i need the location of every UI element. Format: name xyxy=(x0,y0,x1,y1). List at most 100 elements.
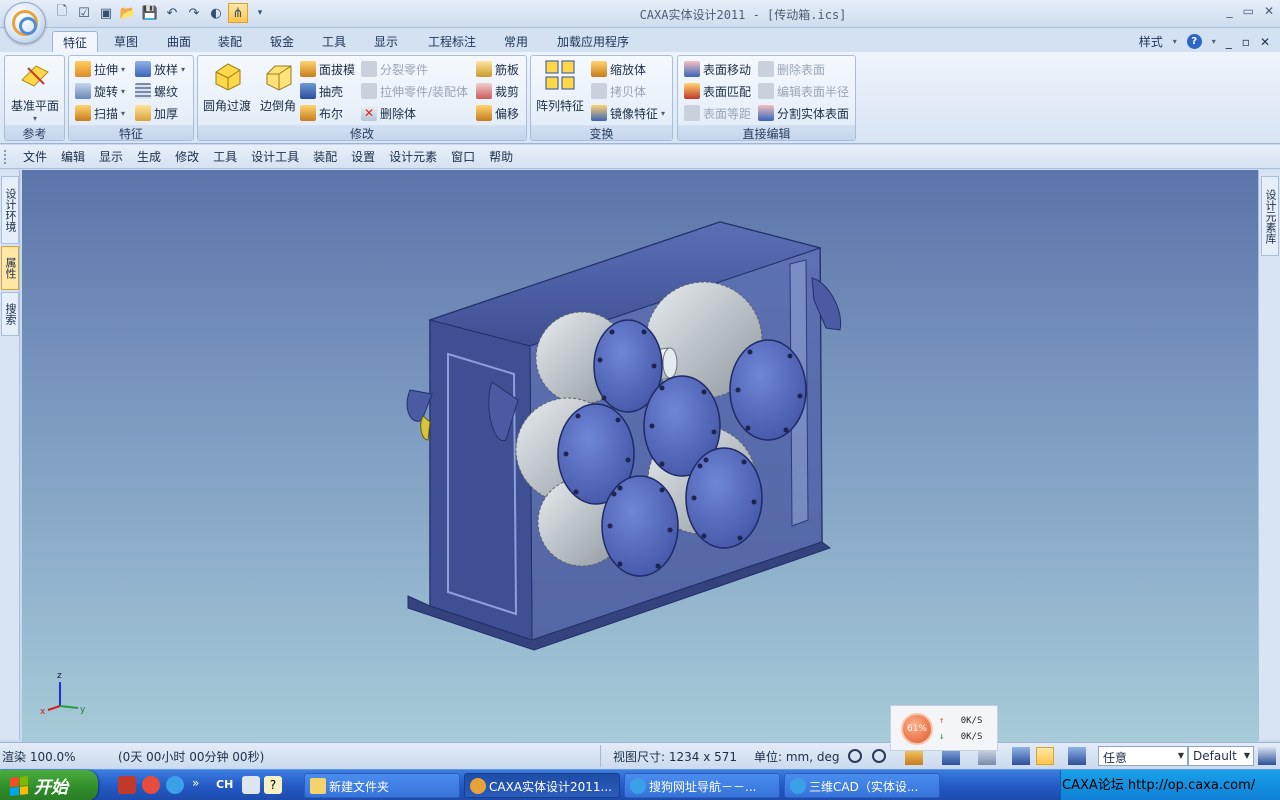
quicklaunch-antivirus-icon[interactable] xyxy=(142,776,160,794)
menu-assembly[interactable]: 装配 xyxy=(306,148,344,165)
help-caret-icon[interactable]: ▾ xyxy=(1212,37,1216,46)
thread-button[interactable]: 螺纹 xyxy=(135,81,178,101)
offset-face-button[interactable]: 表面等距 xyxy=(684,103,751,123)
trim-icon xyxy=(476,83,492,99)
menu-modify[interactable]: 修改 xyxy=(168,148,206,165)
menu-design-elements[interactable]: 设计元素 xyxy=(382,148,444,165)
layout-icon[interactable] xyxy=(1258,747,1276,765)
delete-face-button[interactable]: 删除表面 xyxy=(758,59,825,79)
tab-search[interactable]: 搜索 xyxy=(1,292,19,336)
mirror-feature-button[interactable]: 镜像特征 ▾ xyxy=(591,103,665,123)
task-sogou-browser[interactable]: 搜狗网址导航－－... xyxy=(624,773,780,798)
sweep-button[interactable]: 扫描 ▾ xyxy=(75,103,125,123)
render-mode-icon[interactable] xyxy=(1012,747,1030,765)
style-caret-icon[interactable]: ▾ xyxy=(1173,37,1177,46)
gearbox-model[interactable]: z x y xyxy=(22,170,1258,742)
scheme-select[interactable]: Default ▼ xyxy=(1188,746,1254,766)
zoom-window-icon[interactable] xyxy=(872,749,886,763)
task-3d-cad-forum[interactable]: 三维CAD（实体设... xyxy=(784,773,940,798)
style-menu[interactable]: 样式 xyxy=(1139,33,1163,50)
chamfer-button[interactable]: 边倒角 xyxy=(252,58,304,114)
menu-help[interactable]: 帮助 xyxy=(482,148,520,165)
tab-sketch[interactable]: 草图 xyxy=(104,31,148,52)
network-monitor-widget[interactable]: 61% ↑ 0K/S ↓ 0K/S xyxy=(890,705,998,751)
language-indicator[interactable]: CH xyxy=(216,778,233,791)
ribbon-restore-icon[interactable]: ▫ xyxy=(1242,35,1250,49)
quicklaunch-ie-icon[interactable] xyxy=(166,776,184,794)
tab-design-element-library[interactable]: 设计元素库 xyxy=(1261,176,1279,256)
application-menu-button[interactable] xyxy=(4,2,46,44)
keyboard-icon[interactable] xyxy=(242,776,260,794)
revolve-icon xyxy=(75,83,91,99)
tab-common[interactable]: 常用 xyxy=(494,31,538,52)
datum-plane-caret-icon[interactable]: ▾ xyxy=(9,114,61,123)
sweep-caret-icon[interactable]: ▾ xyxy=(121,109,125,118)
menu-file[interactable]: 文件 xyxy=(16,148,54,165)
loft-button[interactable]: 放样 ▾ xyxy=(135,59,185,79)
tab-drafting[interactable]: 工程标注 xyxy=(418,31,486,52)
copy-body-button[interactable]: 拷贝体 xyxy=(591,81,646,101)
draft-button[interactable]: 面拔模 xyxy=(300,59,355,79)
ribbon-minimize-icon[interactable]: _ xyxy=(1226,35,1232,49)
tab-assembly[interactable]: 装配 xyxy=(208,31,252,52)
mirror-feature-icon xyxy=(591,105,607,121)
menu-grip[interactable] xyxy=(4,150,7,164)
thicken-button[interactable]: 加厚 xyxy=(135,103,178,123)
ime-help-icon[interactable]: ? xyxy=(264,776,282,794)
revolve-caret-icon[interactable]: ▾ xyxy=(121,87,125,96)
minimize-icon[interactable]: _ xyxy=(1227,4,1233,18)
ribbon-close-icon[interactable]: ✕ xyxy=(1260,35,1270,49)
revolve-button[interactable]: 旋转 ▾ xyxy=(75,81,125,101)
fillet-button[interactable]: 圆角过渡 xyxy=(201,58,253,114)
shell-button[interactable]: 抽壳 xyxy=(300,81,343,101)
3d-viewport[interactable]: z x y xyxy=(22,170,1258,742)
pattern-button[interactable]: 阵列特征 xyxy=(534,58,586,114)
extrude-caret-icon[interactable]: ▾ xyxy=(121,65,125,74)
start-button[interactable]: 开始 xyxy=(0,770,98,800)
scale-body-button[interactable]: 缩放体 xyxy=(591,59,646,79)
display-mode-icon[interactable] xyxy=(1036,747,1054,765)
upload-rate-value: 0K/S xyxy=(960,716,983,726)
datum-plane-button[interactable]: 基准平面 ▾ xyxy=(9,58,61,123)
edit-radius-button[interactable]: 编辑表面半径 xyxy=(758,81,849,101)
tab-design-environment[interactable]: 设计环境 xyxy=(1,176,19,244)
offset-button[interactable]: 偏移 xyxy=(476,103,519,123)
trim-button[interactable]: 裁剪 xyxy=(476,81,519,101)
rib-button[interactable]: 筋板 xyxy=(476,59,519,79)
task-caxa[interactable]: CAXA实体设计2011... xyxy=(464,773,620,798)
menu-display[interactable]: 显示 xyxy=(92,148,130,165)
menu-generate[interactable]: 生成 xyxy=(130,148,168,165)
close-icon[interactable]: ✕ xyxy=(1264,4,1274,18)
tab-display[interactable]: 显示 xyxy=(364,31,408,52)
tab-surface[interactable]: 曲面 xyxy=(157,31,201,52)
tab-addins[interactable]: 加载应用程序 xyxy=(547,31,639,52)
menu-window[interactable]: 窗口 xyxy=(444,148,482,165)
tab-sheetmetal[interactable]: 钣金 xyxy=(260,31,304,52)
selection-mode-icon[interactable] xyxy=(1068,747,1086,765)
quicklaunch-app-icon[interactable] xyxy=(118,776,136,794)
extrude-button[interactable]: 拉伸 ▾ xyxy=(75,59,125,79)
quicklaunch-more-icon[interactable]: » xyxy=(192,776,199,790)
loft-caret-icon[interactable]: ▾ xyxy=(181,65,185,74)
stretch-part-button[interactable]: 拉伸零件/装配体 xyxy=(361,81,468,101)
offset-face-label: 表面等距 xyxy=(703,106,752,121)
tab-feature[interactable]: 特征 xyxy=(52,31,99,52)
move-face-button[interactable]: 表面移动 xyxy=(684,59,751,79)
split-solid-face-button[interactable]: 分割实体表面 xyxy=(758,103,849,123)
boolean-button[interactable]: 布尔 xyxy=(300,103,343,123)
menu-settings[interactable]: 设置 xyxy=(344,148,382,165)
task-new-folder[interactable]: 新建文件夹 xyxy=(304,773,460,798)
help-icon[interactable]: ? xyxy=(1186,34,1202,49)
tab-tools[interactable]: 工具 xyxy=(312,31,356,52)
delete-body-button[interactable]: ✕ 删除体 xyxy=(361,103,416,123)
menu-edit[interactable]: 编辑 xyxy=(54,148,92,165)
split-part-button[interactable]: 分裂零件 xyxy=(361,59,428,79)
menu-tools[interactable]: 工具 xyxy=(206,148,244,165)
maximize-icon[interactable]: ▭ xyxy=(1243,4,1254,18)
tab-properties[interactable]: 属性 xyxy=(1,246,19,290)
zoom-icon[interactable] xyxy=(848,749,862,763)
menu-design-tools[interactable]: 设计工具 xyxy=(244,148,306,165)
mirror-caret-icon[interactable]: ▾ xyxy=(661,109,665,118)
selection-filter-select[interactable]: 任意 ▼ xyxy=(1098,746,1188,766)
match-face-button[interactable]: 表面匹配 xyxy=(684,81,751,101)
